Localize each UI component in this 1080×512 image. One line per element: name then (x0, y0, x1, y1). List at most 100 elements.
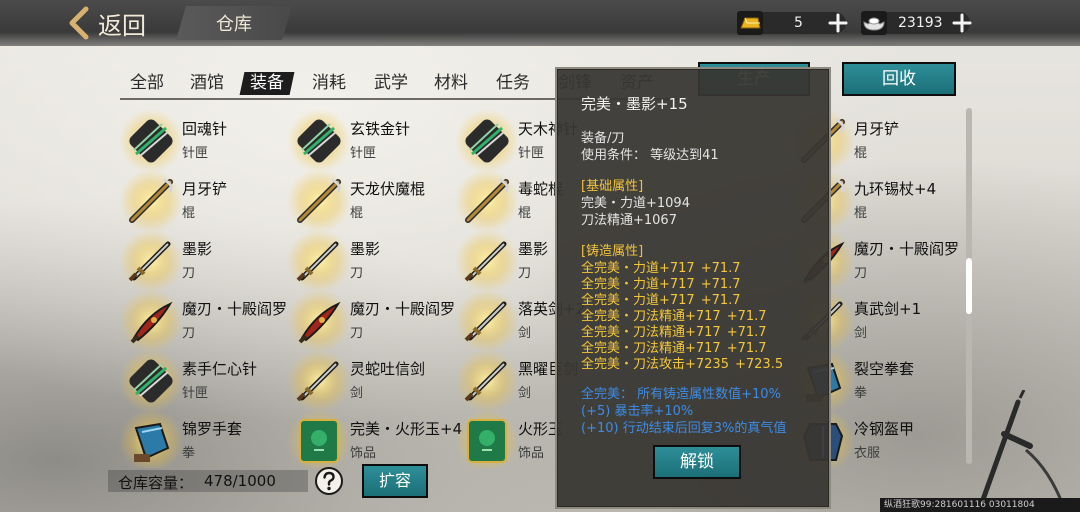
inventory-item[interactable]: 玄铁金针 针匣 (286, 109, 456, 173)
item-icon-slot (287, 409, 351, 468)
chevron-left-icon (69, 6, 89, 40)
staff-icon (465, 178, 509, 223)
scroll-thumb[interactable] (966, 258, 972, 314)
item-type: 剑 (350, 386, 364, 401)
gold-currency: 5 (734, 8, 852, 38)
item-icon-slot (119, 409, 183, 468)
item-name: 魔刃・十殿阎罗 (350, 300, 456, 318)
tab-quests[interactable]: 任务 (496, 68, 530, 98)
inventory-item[interactable]: 素手仁心针 针匣 (118, 349, 288, 413)
sword-icon (296, 241, 339, 282)
item-type: 剑 (518, 326, 532, 341)
inventory-item[interactable]: 完美・火形玉+4 饰品 (286, 409, 462, 468)
inventory-item[interactable]: 墨影刀 (286, 229, 456, 293)
item-name: 冷钢盔甲 (854, 420, 915, 438)
expand-button[interactable]: 扩容 (362, 464, 428, 498)
item-icon-slot (455, 169, 519, 233)
tooltip-title: 完美・墨影+15 (581, 95, 688, 113)
gold-ingot-icon (737, 11, 763, 35)
jade-icon (467, 419, 507, 463)
page-title: 仓库 (176, 6, 292, 40)
add-silver-icon[interactable] (952, 13, 972, 33)
unlock-button[interactable]: 解锁 (653, 445, 741, 479)
player-id-footer: 纵酒狂歌99:281601116 03011804 (880, 498, 1080, 512)
needle-case-icon (297, 119, 341, 163)
item-type: 针匣 (518, 146, 545, 161)
item-type: 针匣 (182, 386, 209, 401)
item-type: 棍 (854, 206, 868, 221)
inventory-item[interactable]: 月牙铲棍 (118, 169, 288, 233)
tab-equipment[interactable]: 装备 (250, 68, 284, 98)
sword-decoration-icon (977, 390, 1066, 510)
item-type: 刀 (182, 266, 196, 281)
item-icon-slot (455, 289, 519, 353)
item-name: 月牙铲 (182, 180, 228, 198)
item-name: 天龙伏魔棍 (350, 180, 426, 198)
item-type: 棍 (518, 206, 532, 221)
sword-icon (128, 241, 171, 282)
tab-all[interactable]: 全部 (130, 68, 164, 98)
item-icon-slot (287, 109, 351, 173)
item-type: 饰品 (518, 446, 545, 461)
silver-currency: 23193 (858, 8, 976, 38)
inventory-item[interactable]: 墨影刀 (118, 229, 288, 293)
item-name: 墨影 (182, 240, 213, 258)
item-type: 棍 (854, 146, 868, 161)
item-tooltip: 完美・墨影+15 装备/刀 使用条件： 等级达到41 [基础属性] 完美・力道+… (555, 67, 831, 509)
sword-icon (464, 361, 507, 402)
item-icon-slot (455, 229, 519, 293)
needle-case-icon (129, 119, 173, 163)
needle-case-icon (129, 359, 173, 403)
item-icon-slot (119, 289, 183, 353)
item-icon-slot (287, 169, 351, 233)
sword-icon (464, 241, 507, 282)
recycle-button[interactable]: 回收 (842, 62, 956, 96)
inventory-item[interactable]: 回魂针 针匣 (118, 109, 288, 173)
tooltip-requirement: 使用条件： 等级达到41 (581, 148, 719, 163)
tab-materials[interactable]: 材料 (434, 68, 468, 98)
item-icon-slot (455, 109, 519, 173)
item-icon-slot (287, 289, 351, 353)
item-type: 棍 (182, 206, 196, 221)
back-button[interactable]: 返回 (66, 6, 146, 40)
help-icon[interactable] (314, 466, 344, 496)
item-name: 完美・火形玉+4 (350, 420, 463, 438)
tooltip-perfect-bonus: (+10) 行动结束后回复3%的真气值 (581, 421, 787, 436)
item-type: 衣服 (854, 446, 881, 461)
silver-ingot-icon (861, 11, 887, 35)
inventory-item[interactable]: 灵蛇吐信剑剑 (286, 349, 456, 413)
item-name: 裂空拳套 (854, 360, 915, 378)
item-name: 月牙铲 (854, 120, 900, 138)
item-type: 剑 (854, 326, 868, 341)
item-icon-slot (119, 109, 183, 173)
add-gold-icon[interactable] (828, 13, 848, 33)
tab-martial-arts[interactable]: 武学 (374, 68, 408, 98)
back-label: 返回 (98, 11, 146, 40)
item-name: 锦罗手套 (182, 420, 243, 438)
sword-icon (464, 301, 507, 342)
item-icon-slot (455, 409, 519, 468)
needle-case-icon (465, 119, 509, 163)
item-name: 素手仁心针 (182, 360, 258, 378)
item-type: 针匣 (182, 146, 209, 161)
item-icon-slot (287, 349, 351, 413)
gauntlet-icon (134, 422, 170, 462)
item-type: 拳 (182, 446, 196, 461)
staff-icon (297, 178, 341, 223)
item-type: 刀 (350, 266, 364, 281)
item-icon-slot (119, 349, 183, 413)
inventory-item[interactable]: 天龙伏魔棍棍 (286, 169, 456, 233)
item-icon-slot (119, 169, 183, 233)
item-name: 九环锡杖+4 (854, 180, 937, 198)
tab-consumables[interactable]: 消耗 (312, 68, 346, 98)
inventory-item[interactable]: 魔刃・十殿阎罗刀 (118, 289, 288, 353)
tab-tavern[interactable]: 酒馆 (190, 68, 224, 98)
inventory-item[interactable]: 魔刃・十殿阎罗刀 (286, 289, 456, 353)
item-name: 墨影 (518, 240, 549, 258)
tooltip-forge-stat: 全完美・刀法攻击+7235 +723.5 (581, 357, 784, 372)
sword-icon (296, 361, 339, 402)
item-type: 棍 (350, 206, 364, 221)
item-name: 灵蛇吐信剑 (350, 360, 426, 378)
inventory-item[interactable]: 锦罗手套拳 (118, 409, 288, 468)
item-icon-slot (455, 349, 519, 413)
